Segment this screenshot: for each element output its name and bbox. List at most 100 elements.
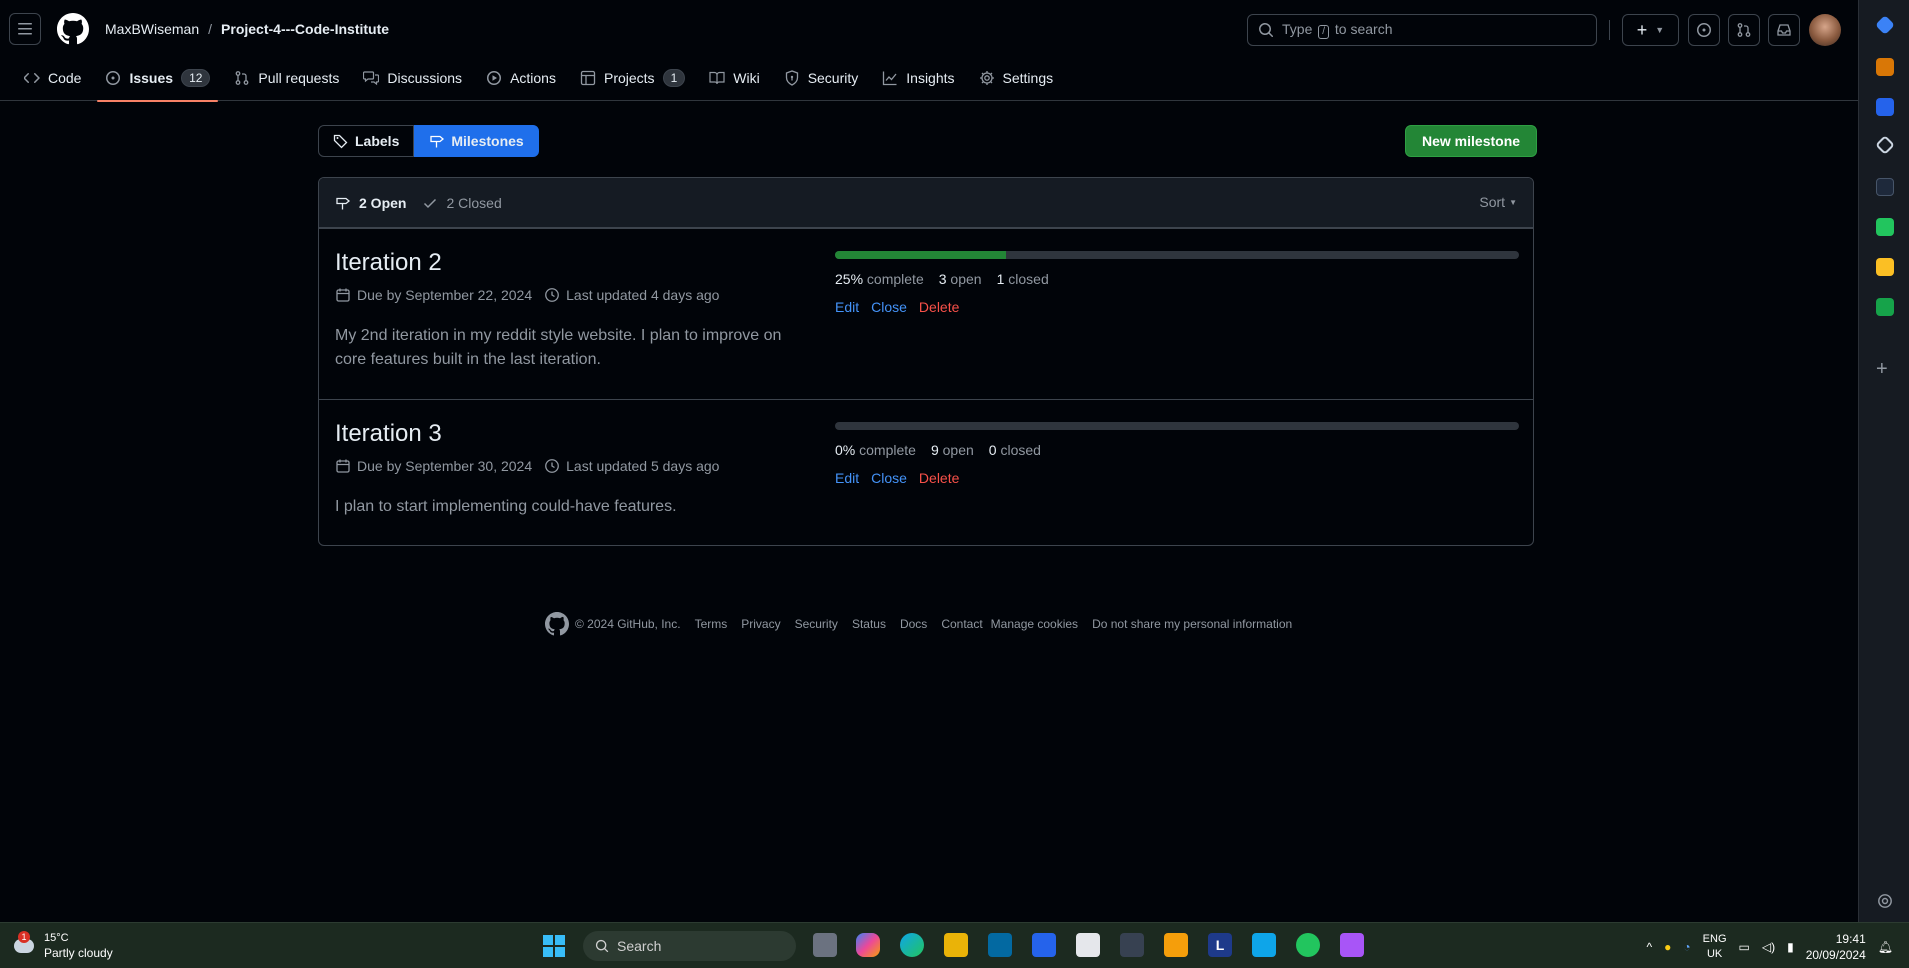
- milestone-title-link[interactable]: Iteration 2: [335, 249, 805, 277]
- milestone-icon: [336, 197, 351, 209]
- notepad-icon[interactable]: [1252, 933, 1276, 957]
- shield-icon[interactable]: [1876, 258, 1894, 276]
- closed-issues-link[interactable]: 1 closed: [997, 271, 1049, 287]
- plus-icon: +: [1636, 19, 1648, 40]
- battery-icon[interactable]: ▮: [1787, 940, 1794, 954]
- last-updated: Last updated 5 days ago: [544, 458, 719, 474]
- delete-milestone-link[interactable]: Delete: [919, 299, 959, 315]
- percent-complete: 25%: [835, 271, 864, 287]
- tab-pull-requests[interactable]: Pull requests: [226, 62, 347, 94]
- git-pull-request-icon: [236, 71, 249, 85]
- open-issues-link[interactable]: 9 open: [931, 442, 974, 458]
- create-new-button[interactable]: + ▼: [1622, 14, 1679, 46]
- footer-link-security[interactable]: Security: [795, 617, 838, 631]
- closed-label: closed: [1000, 442, 1041, 458]
- app-icon[interactable]: [1876, 178, 1894, 196]
- tab-security[interactable]: Security: [776, 62, 867, 94]
- github-logo-icon[interactable]: [57, 13, 89, 45]
- footer-link-manage-cookies[interactable]: Manage cookies: [991, 617, 1078, 631]
- issues-counter: 12: [181, 69, 211, 87]
- new-milestone-button[interactable]: New milestone: [1405, 125, 1538, 157]
- gear-icon[interactable]: [1876, 892, 1894, 910]
- milestones-button[interactable]: Milestones: [414, 125, 539, 157]
- footer-link-status[interactable]: Status: [852, 617, 886, 631]
- edge-icon[interactable]: [900, 933, 924, 957]
- footer-link-terms[interactable]: Terms: [695, 617, 728, 631]
- tab-insights[interactable]: Insights: [874, 62, 962, 94]
- chart-app-icon[interactable]: [1296, 933, 1320, 957]
- due-date: Due by September 30, 2024: [335, 458, 532, 474]
- app-l-icon[interactable]: L: [1208, 933, 1232, 957]
- issues-button[interactable]: [1688, 14, 1720, 46]
- plus-icon[interactable]: +: [1876, 358, 1888, 381]
- closed-count-label: 2 Closed: [446, 194, 502, 211]
- copilot-icon[interactable]: [856, 933, 880, 957]
- open-milestones-filter[interactable]: 2 Open: [335, 195, 406, 211]
- tab-actions[interactable]: Actions: [478, 62, 564, 94]
- task-view-icon[interactable]: [813, 933, 837, 957]
- inbox-button[interactable]: [1768, 14, 1800, 46]
- clock[interactable]: 19:41 20/09/2024: [1806, 931, 1866, 963]
- onedrive-icon[interactable]: ●: [1664, 940, 1671, 954]
- close-milestone-link[interactable]: Close: [871, 470, 907, 486]
- terminal-icon[interactable]: [1120, 933, 1144, 957]
- vscode-icon[interactable]: [1032, 933, 1056, 957]
- tab-projects[interactable]: Projects 1: [572, 62, 693, 94]
- footer-link-do-not-share[interactable]: Do not share my personal information: [1092, 617, 1292, 631]
- open-count: 9: [930, 442, 939, 458]
- repo-name-link[interactable]: Project-4---Code-Institute: [221, 21, 389, 37]
- repo-owner-link[interactable]: MaxBWiseman: [105, 21, 199, 37]
- delete-milestone-link[interactable]: Delete: [919, 470, 959, 486]
- closed-issues-link[interactable]: 0 closed: [989, 442, 1041, 458]
- issue-opened-icon: [1697, 23, 1711, 37]
- bell-icon[interactable]: 🔔︎: [1878, 940, 1893, 954]
- open-issues-link[interactable]: 3 open: [939, 271, 982, 287]
- diamond-icon[interactable]: [1875, 135, 1895, 155]
- tag-icon[interactable]: [1875, 15, 1895, 35]
- taskbar-search[interactable]: Search: [583, 931, 796, 961]
- edit-milestone-link[interactable]: Edit: [835, 299, 859, 315]
- tab-code[interactable]: Code: [16, 62, 89, 94]
- edit-milestone-link[interactable]: Edit: [835, 470, 859, 486]
- vpn-icon[interactable]: [1340, 933, 1364, 957]
- milestone-title-link[interactable]: Iteration 3: [335, 420, 805, 448]
- milestone-description: My 2nd iteration in my reddit style webs…: [335, 327, 782, 368]
- outlook-icon[interactable]: [988, 933, 1012, 957]
- tab-wiki[interactable]: Wiki: [701, 62, 767, 94]
- volume-icon[interactable]: ◁): [1762, 940, 1775, 954]
- tab-issues[interactable]: Issues 12: [97, 62, 219, 102]
- last-updated: Last updated 4 days ago: [544, 287, 719, 303]
- tab-settings[interactable]: Settings: [971, 62, 1062, 94]
- chevron-up-icon[interactable]: ^: [1647, 940, 1653, 954]
- briefcase-icon[interactable]: [1876, 58, 1894, 76]
- close-milestone-link[interactable]: Close: [871, 299, 907, 315]
- footer-link-docs[interactable]: Docs: [900, 617, 927, 631]
- sort-dropdown[interactable]: Sort ▼: [1479, 194, 1517, 210]
- tab-label: Wiki: [733, 70, 760, 86]
- projects-counter: 1: [662, 69, 686, 87]
- tools-icon[interactable]: [1876, 98, 1894, 116]
- windows-start-icon[interactable]: [543, 935, 565, 957]
- medal-icon[interactable]: [1164, 933, 1188, 957]
- file-explorer-icon[interactable]: [944, 933, 968, 957]
- user-avatar[interactable]: [1809, 14, 1841, 46]
- labels-button[interactable]: Labels: [318, 125, 415, 157]
- closed-milestones-filter[interactable]: 2 Closed: [422, 194, 502, 211]
- gamepad-icon[interactable]: [1876, 298, 1894, 316]
- network-icon[interactable]: ▭: [1739, 940, 1750, 954]
- weather-widget[interactable]: 1 15°C Partly cloudy: [10, 931, 113, 961]
- paint-icon[interactable]: [1076, 933, 1100, 957]
- github-logo-icon[interactable]: [545, 612, 569, 636]
- coin-icon[interactable]: [1876, 218, 1894, 236]
- open-label: open: [950, 271, 982, 287]
- footer-link-contact[interactable]: Contact: [941, 617, 982, 631]
- language-indicator[interactable]: ENG UK: [1703, 932, 1727, 962]
- tab-discussions[interactable]: Discussions: [355, 62, 470, 94]
- menu-button[interactable]: [9, 13, 41, 45]
- time: 19:41: [1835, 932, 1866, 946]
- clock-app-icon[interactable]: ◔: [1683, 940, 1690, 954]
- search-input[interactable]: Type / to search: [1247, 14, 1597, 46]
- shield-icon: [785, 70, 798, 86]
- footer-link-privacy[interactable]: Privacy: [741, 617, 780, 631]
- pull-requests-button[interactable]: [1728, 14, 1760, 46]
